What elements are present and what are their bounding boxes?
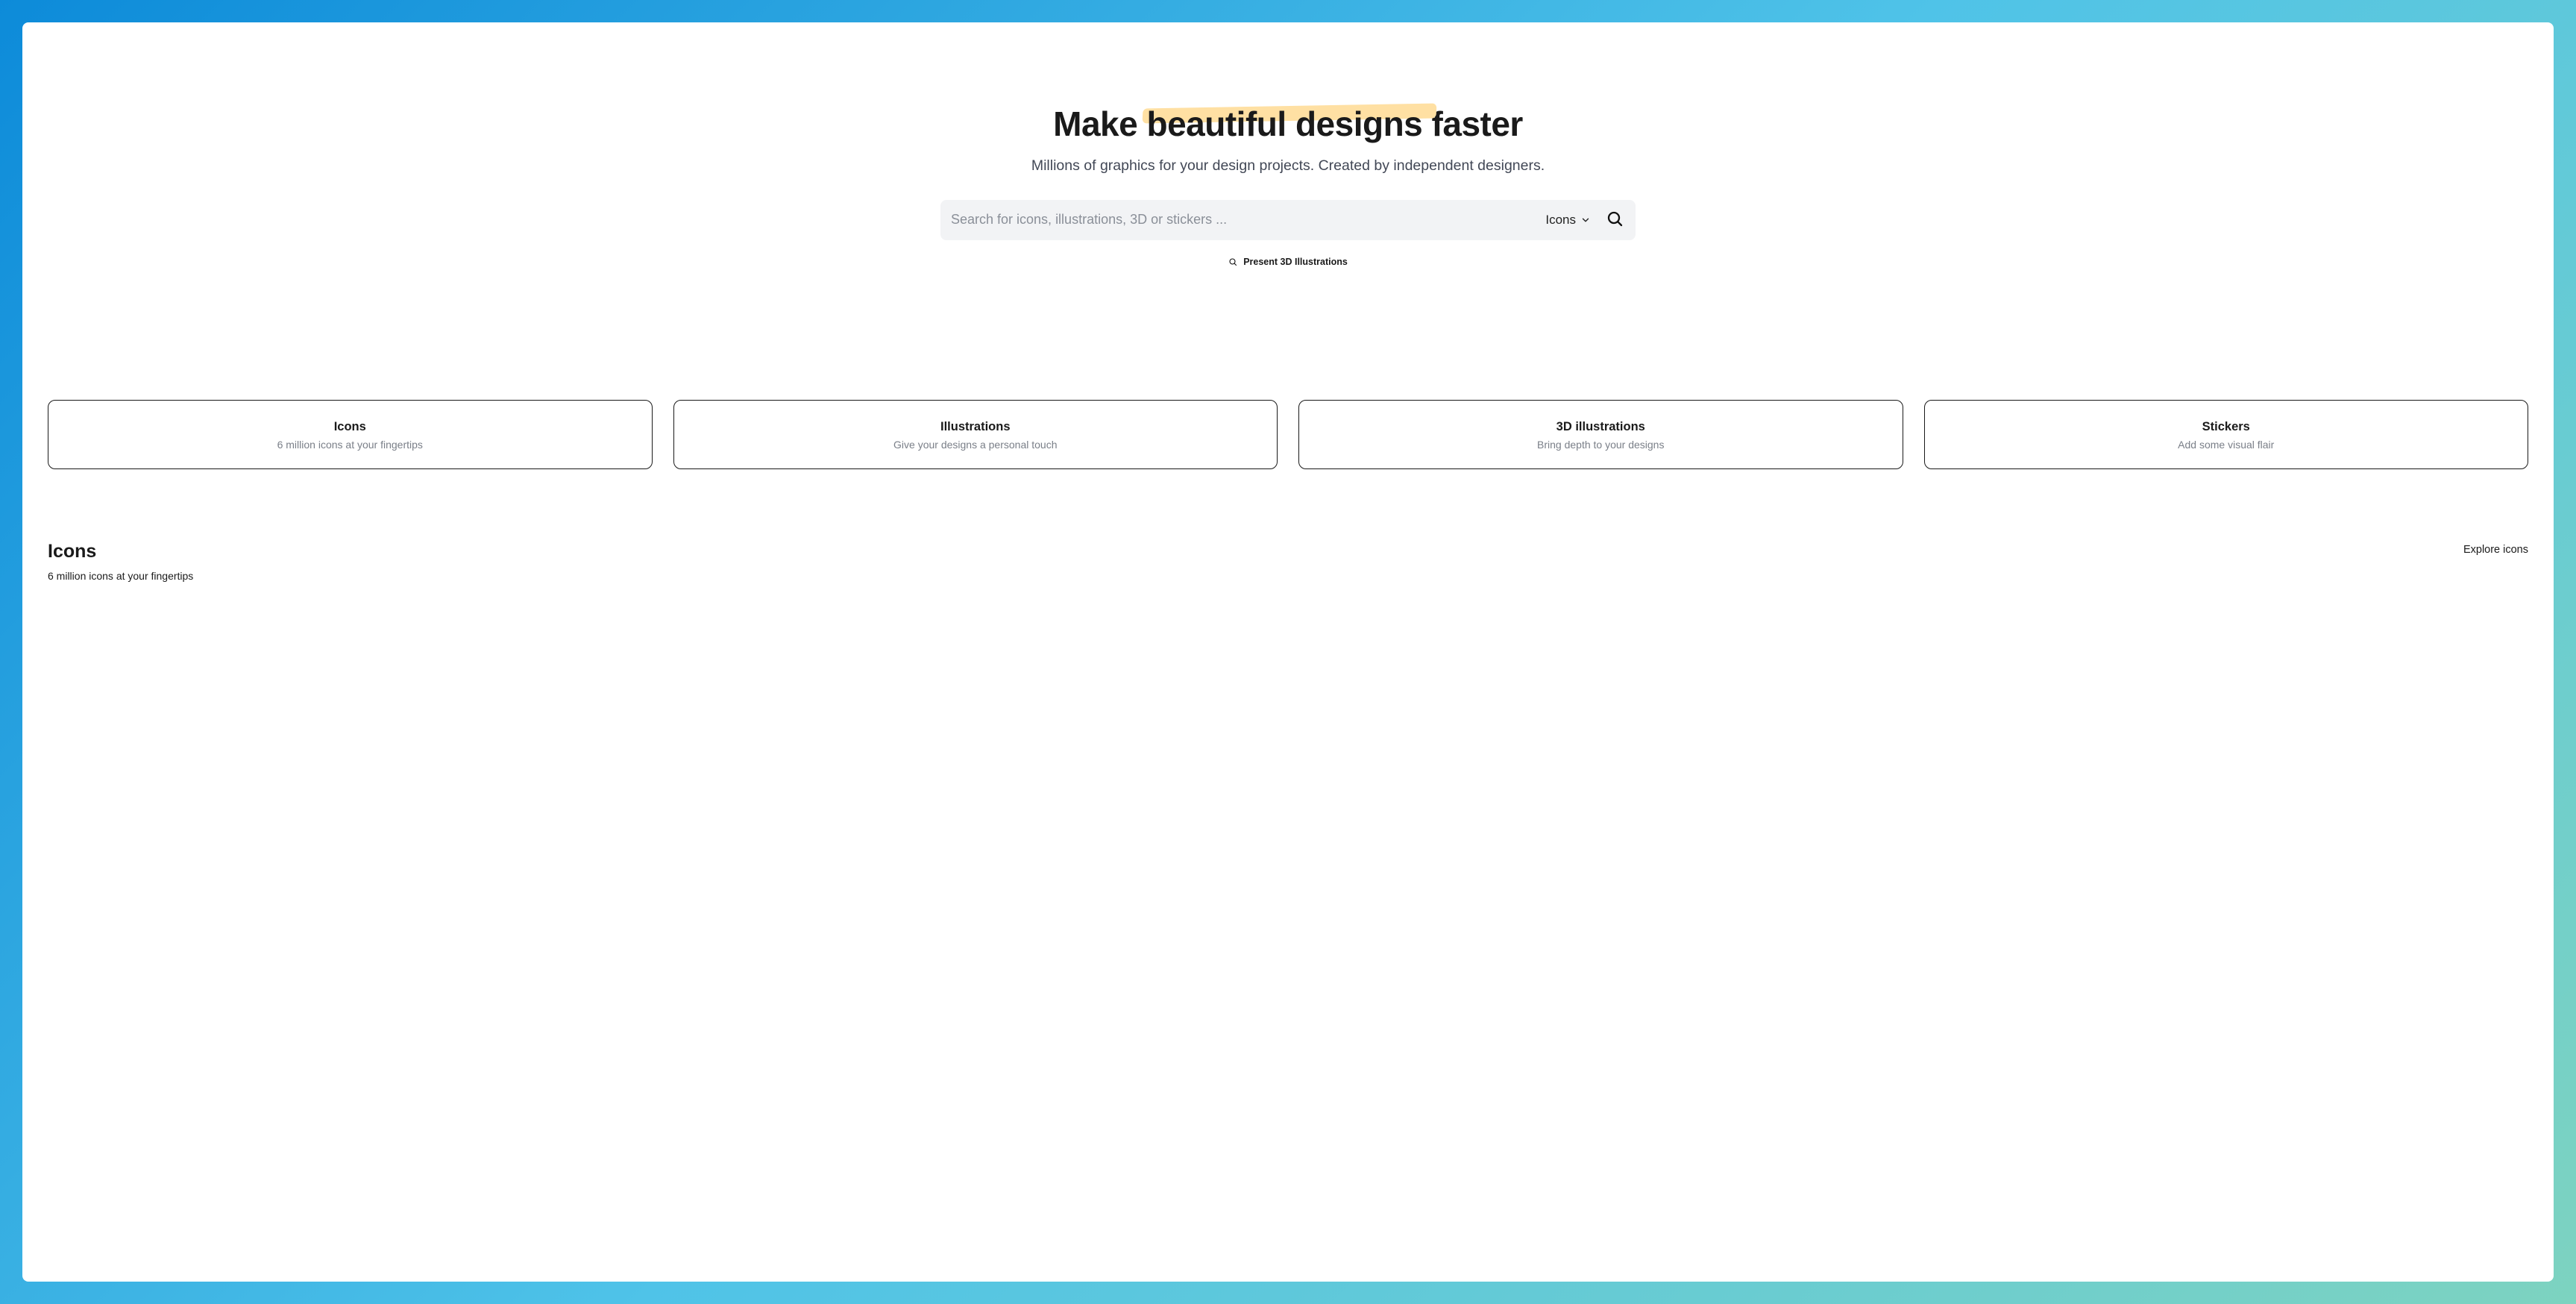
card-icons[interactable]: Icons 6 million icons at your fingertips (48, 400, 653, 469)
section-heading-group: Icons 6 million icons at your fingertips (48, 541, 193, 582)
card-3d-illustrations[interactable]: 3D illustrations Bring depth to your des… (1298, 400, 1903, 469)
card-subtitle: 6 million icons at your fingertips (60, 439, 640, 451)
hero: Make beautiful designs faster Millions o… (915, 104, 1661, 175)
search-filter-label: Icons (1545, 213, 1576, 228)
card-title: Stickers (1937, 420, 2516, 434)
search-icon (1606, 210, 1624, 230)
card-title: Icons (60, 420, 640, 434)
hero-title-pre: Make (1053, 104, 1146, 143)
search-filter-dropdown[interactable]: Icons (1535, 213, 1601, 228)
hero-title-post: faster (1422, 104, 1523, 143)
hero-title-highlight: beautiful designs (1147, 104, 1423, 143)
chevron-down-icon (1580, 215, 1591, 225)
card-stickers[interactable]: Stickers Add some visual flair (1924, 400, 2529, 469)
category-cards: Icons 6 million icons at your fingertips… (22, 400, 2554, 469)
hero-title: Make beautiful designs faster (1053, 104, 1523, 144)
section-title: Icons (48, 541, 193, 562)
search-bar: Icons (940, 200, 1636, 240)
card-subtitle: Give your designs a personal touch (686, 439, 1266, 451)
search-container: Icons Present 3D Illustrations (940, 200, 1636, 267)
search-icon (1228, 257, 1237, 266)
icons-section-header: Icons 6 million icons at your fingertips… (22, 541, 2554, 582)
search-input[interactable] (951, 200, 1535, 240)
page-container: Make beautiful designs faster Millions o… (22, 22, 2554, 1282)
explore-icons-link[interactable]: Explore icons (2463, 541, 2528, 556)
hero-subtitle: Millions of graphics for your design pro… (915, 157, 1661, 175)
card-title: Illustrations (686, 420, 1266, 434)
card-illustrations[interactable]: Illustrations Give your designs a person… (673, 400, 1278, 469)
card-subtitle: Add some visual flair (1937, 439, 2516, 451)
suggestion-label: Present 3D Illustrations (1243, 257, 1348, 267)
search-suggestion[interactable]: Present 3D Illustrations (940, 257, 1636, 267)
hero-title-highlight-wrap: beautiful designs (1147, 104, 1423, 144)
card-subtitle: Bring depth to your designs (1311, 439, 1891, 451)
section-subtitle: 6 million icons at your fingertips (48, 570, 193, 582)
card-title: 3D illustrations (1311, 420, 1891, 434)
search-button[interactable] (1601, 207, 1625, 233)
